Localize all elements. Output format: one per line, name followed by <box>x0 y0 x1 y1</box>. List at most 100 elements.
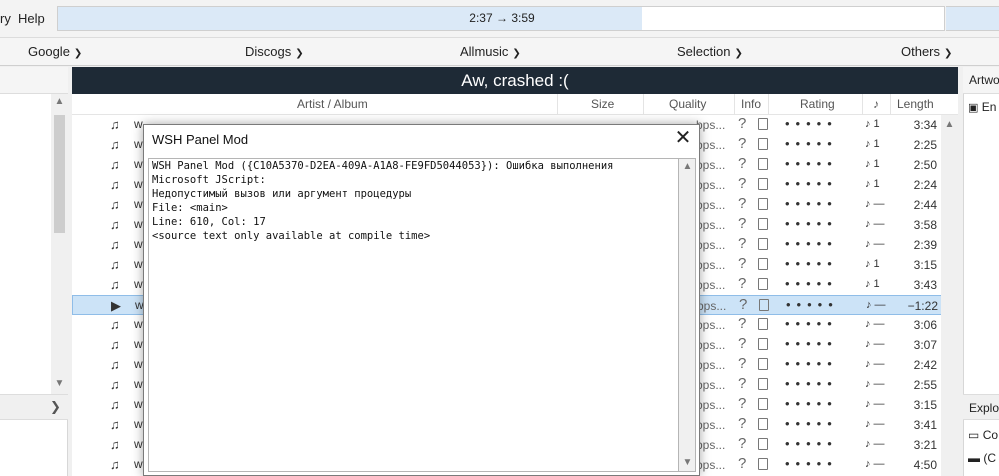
row-length: 2:42 <box>913 358 937 372</box>
dialog-scrollbar[interactable]: ▲ ▼ <box>679 158 696 472</box>
search-link-bar: Google ❯ Discogs ❯ Allmusic ❯ Selection ❯ Ot… <box>0 37 999 66</box>
music-note-icon: ♫ <box>110 397 120 412</box>
question-icon: ? <box>738 315 747 332</box>
allmusic-menu[interactable]: Allmusic ❯ <box>460 44 521 59</box>
row-length: 2:24 <box>913 178 937 192</box>
col-length[interactable]: Length <box>897 97 934 111</box>
discogs-menu[interactable]: Discogs ❯ <box>245 44 304 59</box>
question-icon: ? <box>738 255 747 272</box>
explorer-item-drive[interactable]: ▬ (C <box>968 451 996 465</box>
row-playcount: ♪ 1 <box>865 278 880 290</box>
row-playcount: ♪ — <box>865 218 885 230</box>
explorer-item-computer[interactable]: ▭ Co <box>968 428 998 442</box>
error-text-area[interactable]: WSH Panel Mod ({C10A5370-D2EA-409A-A1A8-… <box>148 158 679 472</box>
question-icon: ? <box>738 135 747 152</box>
music-note-icon: ♫ <box>110 117 120 132</box>
document-icon <box>758 358 768 370</box>
document-icon <box>758 398 768 410</box>
column-divider <box>643 94 644 115</box>
menu-bar: ry Help 2:37 → 3:59 <box>0 0 999 37</box>
monitor-icon: ▭ <box>968 428 980 442</box>
row-artist: w <box>134 437 143 451</box>
col-rating[interactable]: Rating <box>800 97 835 111</box>
row-length: 3:34 <box>913 118 937 132</box>
row-quality: bps... <box>696 338 726 352</box>
row-artist: w <box>134 357 143 371</box>
row-rating: ••••• <box>786 297 839 312</box>
document-icon <box>758 218 768 230</box>
row-quality: bps... <box>696 198 726 212</box>
row-length: 3:06 <box>913 318 937 332</box>
left-panel-header <box>0 67 68 94</box>
chevron-down-icon: ❯ <box>73 48 83 59</box>
row-quality: bps... <box>696 278 726 292</box>
left-scroll-thumb[interactable] <box>54 115 65 233</box>
question-icon: ? <box>738 235 747 252</box>
google-menu[interactable]: Google ❯ <box>28 44 82 59</box>
row-rating: ••••• <box>785 156 838 171</box>
question-icon: ? <box>738 155 747 172</box>
question-icon: ? <box>738 395 747 412</box>
scroll-up-icon[interactable]: ▲ <box>51 96 68 107</box>
row-length: 2:50 <box>913 158 937 172</box>
row-quality: bps... <box>696 438 726 452</box>
close-icon[interactable]: ✕ <box>674 128 692 148</box>
row-quality: bps... <box>696 358 726 372</box>
chevron-down-icon: ❯ <box>734 48 743 59</box>
row-rating: ••••• <box>785 456 838 471</box>
row-rating: ••••• <box>785 256 838 271</box>
scroll-down-icon[interactable]: ▼ <box>679 457 696 468</box>
document-icon <box>758 438 768 450</box>
row-rating: ••••• <box>785 116 838 131</box>
music-note-icon: ♫ <box>110 197 120 212</box>
row-length: 4:50 <box>913 458 937 472</box>
col-info[interactable]: Info <box>741 97 761 111</box>
others-menu[interactable]: Others ❯ <box>901 44 952 59</box>
row-rating: ••••• <box>785 436 838 451</box>
col-quality[interactable]: Quality <box>669 97 706 111</box>
music-note-icon: ♫ <box>110 157 120 172</box>
row-length: 2:39 <box>913 238 937 252</box>
question-icon: ? <box>738 435 747 452</box>
row-playcount: ♪ — <box>865 318 885 330</box>
column-divider <box>557 94 558 115</box>
playlist-column-headers: Artist / Album Size Quality Info Rating … <box>72 94 958 115</box>
menu-help[interactable]: Help <box>18 11 45 26</box>
column-divider <box>890 94 891 115</box>
col-artist-album[interactable]: Artist / Album <box>297 97 368 111</box>
artwork-item[interactable]: ▣ En <box>968 100 996 114</box>
seekbar[interactable]: 2:37 → 3:59 <box>57 6 945 31</box>
selection-menu[interactable]: Selection ❯ <box>677 44 743 59</box>
music-note-icon: ♫ <box>110 457 120 472</box>
playlist-scrollbar[interactable]: ▲ <box>941 115 958 476</box>
row-playcount: ♪ — <box>865 198 885 210</box>
chevron-down-icon: ❯ <box>944 48 953 59</box>
row-artist: w <box>134 217 143 231</box>
row-length: 3:15 <box>913 258 937 272</box>
col-size[interactable]: Size <box>591 97 614 111</box>
row-quality: bps... <box>696 118 726 132</box>
row-artist: w <box>134 237 143 251</box>
music-note-icon: ♫ <box>110 317 120 332</box>
scroll-up-icon[interactable]: ▲ <box>679 161 696 172</box>
error-dialog: WSH Panel Mod ✕ WSH Panel Mod ({C10A5370… <box>143 124 700 476</box>
scroll-down-icon[interactable]: ▼ <box>51 378 68 389</box>
seekbar-time: 2:37 → 3:59 <box>469 11 535 25</box>
row-length: 2:25 <box>913 138 937 152</box>
column-divider <box>734 94 735 115</box>
volume-bar[interactable] <box>946 6 999 31</box>
menu-history[interactable]: ry <box>0 11 11 26</box>
question-icon: ? <box>739 296 748 313</box>
row-length: 3:58 <box>913 218 937 232</box>
scroll-up-icon[interactable]: ▲ <box>941 119 958 130</box>
row-rating: ••••• <box>785 396 838 411</box>
row-artist: w <box>134 337 143 351</box>
row-artist: w <box>134 257 143 271</box>
row-artist: w <box>134 417 143 431</box>
row-playcount: ♪ — <box>865 238 885 250</box>
document-icon <box>758 158 768 170</box>
row-playcount: ♪ — <box>865 458 885 470</box>
row-playcount: ♪ — <box>866 299 886 311</box>
col-playcount[interactable]: ♪ <box>873 97 879 111</box>
chevron-right-icon[interactable]: ❯ <box>50 399 61 415</box>
